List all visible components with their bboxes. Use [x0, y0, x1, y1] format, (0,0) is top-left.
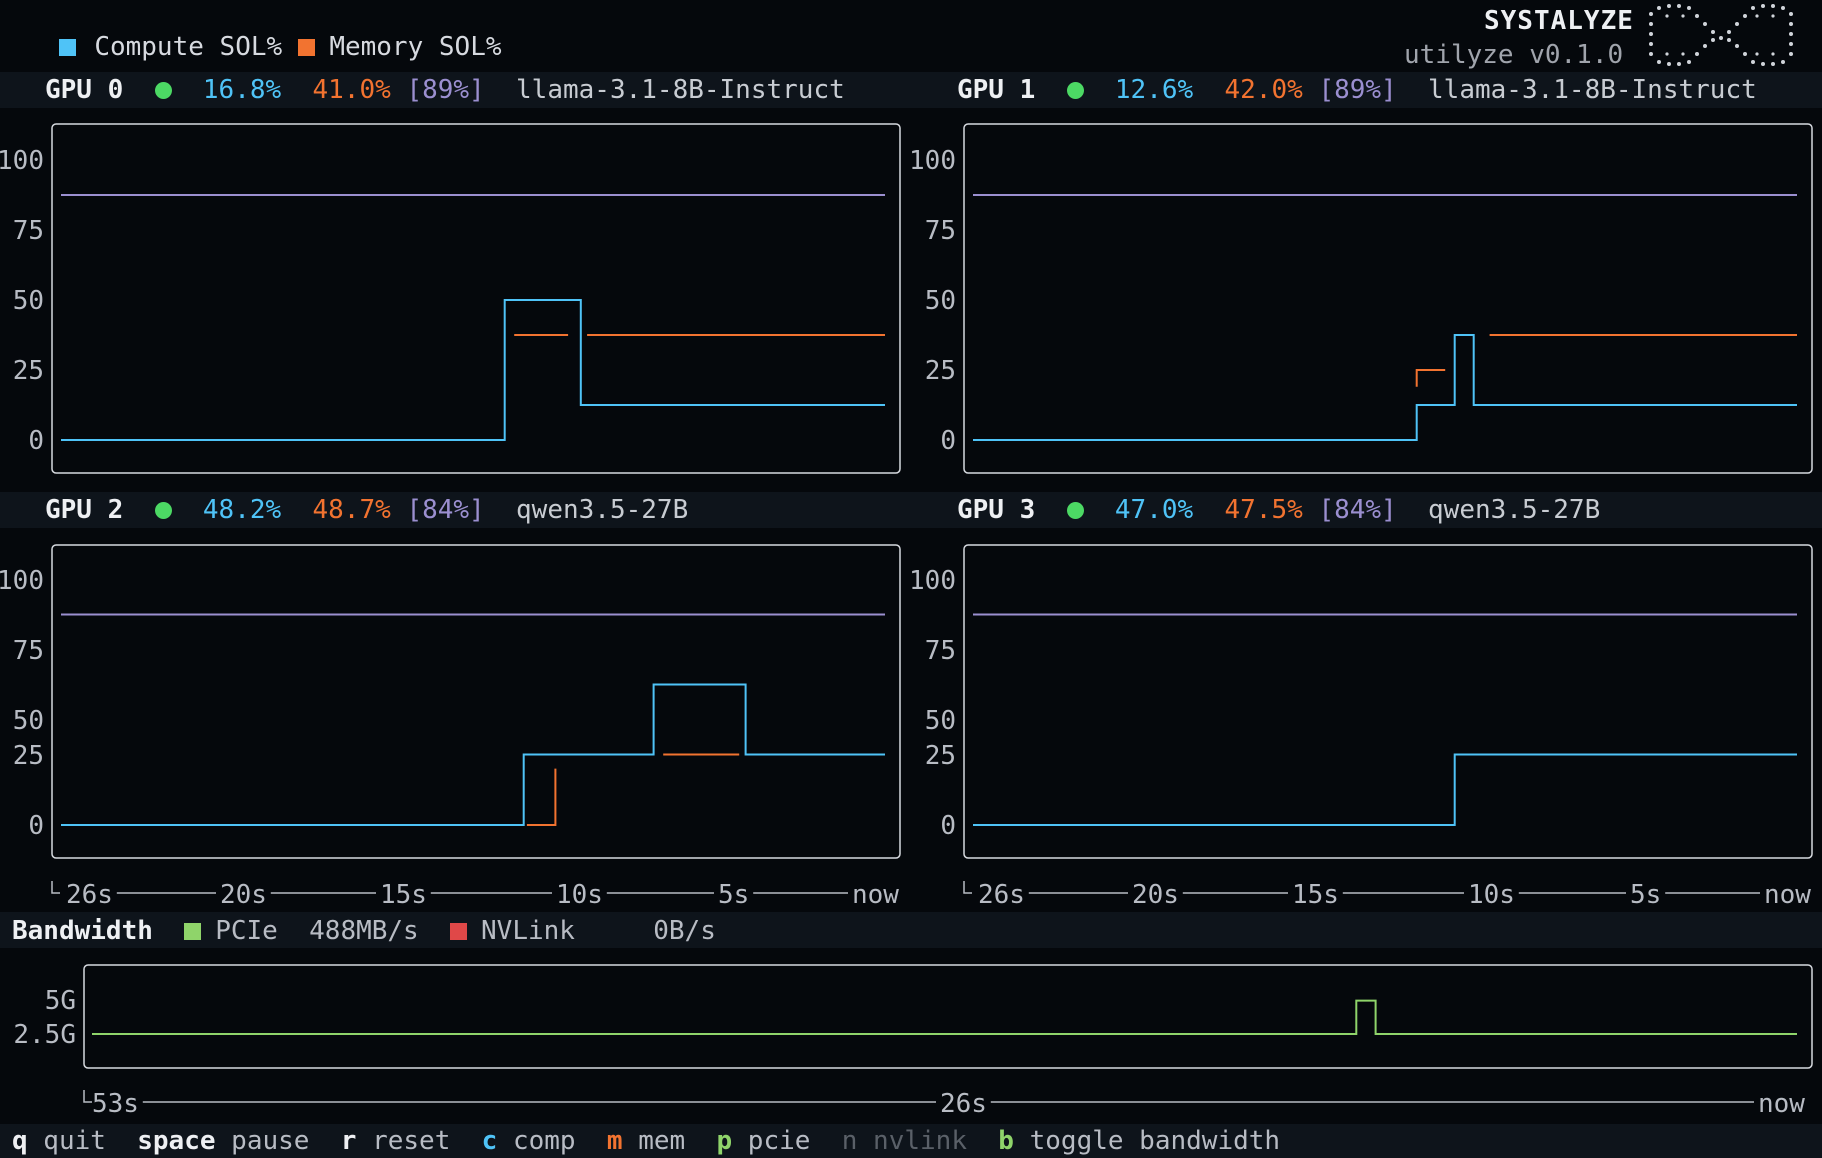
shortcut-label: comp: [497, 1126, 576, 1156]
shortcut-key: p: [716, 1126, 733, 1156]
series-line: [1415, 369, 1446, 387]
shortcut-key: q: [12, 1126, 28, 1156]
y-tick-label: 25: [925, 356, 956, 386]
y-tick-label: 50: [925, 286, 956, 316]
y-tick-label: 25: [13, 356, 44, 386]
x-tick-label: 20s: [1132, 880, 1179, 910]
x-tick-label: 26s: [66, 880, 113, 910]
x-tick-label: now: [1758, 1089, 1805, 1119]
shortcut-key: r: [340, 1126, 357, 1156]
y-tick-label: 50: [925, 706, 956, 736]
y-tick-label: 75: [13, 216, 44, 246]
series-line: [61, 683, 885, 826]
x-tick-label: 5s: [718, 880, 749, 910]
shortcut-pcie[interactable]: p pcie: [717, 1126, 811, 1156]
pcie-line: [92, 999, 1797, 1035]
x-tick-label: 10s: [556, 880, 603, 910]
x-tick-label: 53s: [92, 1089, 139, 1119]
x-tick-label: 15s: [380, 880, 427, 910]
y-tick-label: 2.5G: [13, 1020, 76, 1050]
y-tick-label: 0: [28, 426, 44, 456]
chart-frame: [51, 544, 901, 859]
x-tick-label: 10s: [1468, 880, 1515, 910]
shortcut-nvlink[interactable]: n nvlink: [842, 1126, 967, 1156]
shortcut-reset[interactable]: r reset: [341, 1126, 451, 1156]
y-tick-label: 25: [13, 741, 44, 771]
shortcut-label: toggle bandwidth: [1013, 1126, 1281, 1156]
shortcut-label: quit: [27, 1126, 106, 1156]
y-tick-label: 75: [925, 216, 956, 246]
series-line: [973, 753, 1797, 826]
chart-frame: [963, 123, 1813, 474]
y-tick-label: 0: [28, 811, 44, 841]
shortcut-label: pause: [215, 1126, 310, 1156]
y-tick-label: 5G: [45, 986, 76, 1016]
series-line: [526, 768, 557, 826]
y-tick-label: 75: [925, 636, 956, 666]
y-tick-label: 25: [925, 741, 956, 771]
shortcut-quit[interactable]: q quit: [12, 1126, 106, 1156]
axis-corner: [963, 881, 972, 894]
series-line: [973, 334, 1797, 441]
series-line: [61, 299, 885, 441]
shortcut-key: c: [481, 1126, 498, 1156]
chart-frame: [51, 123, 901, 474]
axis-corner: [51, 881, 60, 894]
charts-canvas: 100 75 50 25 0 100 75 50 25 0 100 75 50 25 0 100 75 50 25 0…: [0, 123, 1813, 1119]
bandwidth-frame: [83, 964, 1813, 1069]
y-tick-label: 100: [909, 146, 956, 176]
x-tick-label: 5s: [1630, 880, 1661, 910]
shortcut-mem[interactable]: m mem: [607, 1126, 685, 1156]
shortcut-pause[interactable]: space pause: [137, 1126, 309, 1156]
shortcut-label: nvlink: [857, 1126, 967, 1156]
shortcut-key: m: [606, 1126, 623, 1156]
chart-frame: [963, 544, 1813, 859]
y-tick-label: 50: [13, 286, 44, 316]
shortcut-bar: q quit space pause r reset c comp m mem …: [12, 1128, 1280, 1154]
y-tick-label: 0: [940, 426, 956, 456]
y-tick-label: 50: [13, 706, 44, 736]
x-tick-label: now: [1764, 880, 1811, 910]
shortcut-key: space: [137, 1126, 216, 1156]
axis-corner: [83, 1090, 92, 1103]
shortcut-label: pcie: [732, 1126, 811, 1156]
x-tick-label: 26s: [940, 1089, 987, 1119]
y-tick-label: 100: [909, 566, 956, 596]
shortcut-key: b: [998, 1126, 1014, 1156]
shortcut-comp[interactable]: c comp: [482, 1126, 576, 1156]
shortcut-label: reset: [356, 1126, 451, 1156]
x-tick-label: 15s: [1292, 880, 1339, 910]
shortcut-label: mem: [622, 1126, 686, 1156]
y-tick-label: 100: [0, 566, 44, 596]
y-tick-label: 75: [13, 636, 44, 666]
x-tick-label: 26s: [978, 880, 1025, 910]
shortcut-key: n: [841, 1126, 858, 1156]
shortcut-toggle-bandwidth[interactable]: b toggle bandwidth: [998, 1126, 1280, 1156]
x-tick-label: now: [852, 880, 899, 910]
y-tick-label: 0: [940, 811, 956, 841]
y-tick-label: 100: [0, 146, 44, 176]
x-tick-label: 20s: [220, 880, 267, 910]
